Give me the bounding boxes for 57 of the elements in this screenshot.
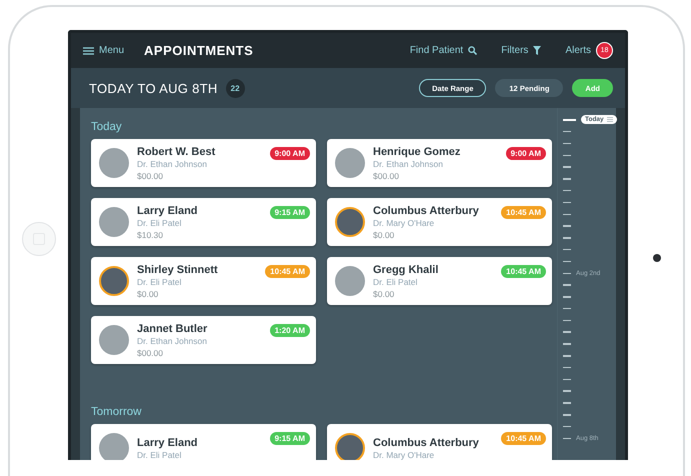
patient-name: Henrique Gomez xyxy=(373,146,462,158)
amount: $0.00 xyxy=(137,288,160,298)
patient-name: Larry Eland xyxy=(137,436,199,448)
patient-name: Shirley Stinnett xyxy=(137,264,219,276)
find-patient-button[interactable]: Find Patient xyxy=(410,45,478,56)
patient-name: Jannet Butler xyxy=(137,322,208,334)
amount: $00.00 xyxy=(137,348,164,358)
time-badge: 10:45 AM xyxy=(501,265,546,278)
appointment-card[interactable]: Shirley Stinnett Dr. Eli Patel $0.00 10:45 AM xyxy=(91,257,316,305)
patient-name: Gregg Khalil xyxy=(373,264,440,276)
doctor-name: Dr. Mary O'Hare xyxy=(373,218,436,228)
filters-button[interactable]: Filters xyxy=(501,45,542,56)
doctor-name: Dr. Eli Patel xyxy=(137,218,182,228)
doctor-name: Dr. Ethan Johnson xyxy=(137,336,208,346)
doctor-name: Dr. Eli Patel xyxy=(137,276,182,286)
appointment-card[interactable]: Larry Eland Dr. Eli Patel $10.30 9:15 AM xyxy=(91,198,316,246)
amount: $00.00 xyxy=(373,170,400,180)
appointment-card[interactable]: Gregg Khalil Dr. Eli Patel $0.00 10:45 AM xyxy=(327,257,552,305)
appointment-card[interactable]: Larry Eland Dr. Eli Patel 9:15 AM xyxy=(91,424,316,460)
section-title: Tomorrow xyxy=(91,404,142,420)
menu-icon xyxy=(83,46,94,54)
home-button[interactable] xyxy=(22,222,56,256)
filter-icon xyxy=(533,46,542,55)
appointment-card[interactable]: Columbus Atterbury Dr. Mary O'Hare 10:45 AM xyxy=(327,424,552,460)
search-icon xyxy=(468,46,478,55)
doctor-name: Dr. Mary O'Hare xyxy=(373,450,436,460)
amount: $0.00 xyxy=(373,230,396,240)
section-title: Today xyxy=(91,120,123,134)
appointment-card[interactable]: Jannet Butler Dr. Ethan Johnson $00.00 1:20 AM xyxy=(91,316,316,364)
doctor-name: Dr. Eli Patel xyxy=(137,450,182,460)
page-title: APPOINTMENTS xyxy=(144,43,254,58)
doctor-name: Dr. Ethan Johnson xyxy=(137,158,208,168)
patient-name: Robert W. Best xyxy=(137,146,216,158)
patient-name: Larry Eland xyxy=(137,204,199,216)
time-badge: 10:45 AM xyxy=(265,265,310,278)
menu-button[interactable]: Menu xyxy=(83,45,124,56)
date-range-title: TODAY TO AUG 8TH xyxy=(89,80,218,96)
time-badge: 9:15 AM xyxy=(270,206,310,219)
time-badge: 10:45 AM xyxy=(501,432,546,445)
count-badge: 22 xyxy=(226,78,245,98)
time-badge: 9:00 AM xyxy=(506,147,546,160)
time-badge: 1:20 AM xyxy=(270,324,310,337)
appointment-card[interactable]: Robert W. Best Dr. Ethan Johnson $00.00 9:00 AM xyxy=(91,139,316,187)
amount: $0.00 xyxy=(373,288,396,298)
amount: $00.00 xyxy=(137,170,164,180)
time-badge: 10:45 AM xyxy=(501,206,546,219)
doctor-name: Dr. Ethan Johnson xyxy=(373,158,444,168)
doctor-name: Dr. Eli Patel xyxy=(373,276,418,286)
menu-icon xyxy=(606,117,613,122)
amount: $10.30 xyxy=(137,230,164,240)
appointment-card[interactable]: Henrique Gomez Dr. Ethan Johnson $00.00 9:00 AM xyxy=(327,139,552,187)
patient-name: Columbus Atterbury xyxy=(373,436,480,448)
camera-dot xyxy=(653,254,661,262)
appointment-card[interactable]: Columbus Atterbury Dr. Mary O'Hare $0.00 10:45 AM xyxy=(327,198,552,246)
patient-name: Columbus Atterbury xyxy=(373,204,480,216)
time-badge: 9:00 AM xyxy=(270,147,310,160)
time-badge: 9:15 AM xyxy=(270,432,310,445)
